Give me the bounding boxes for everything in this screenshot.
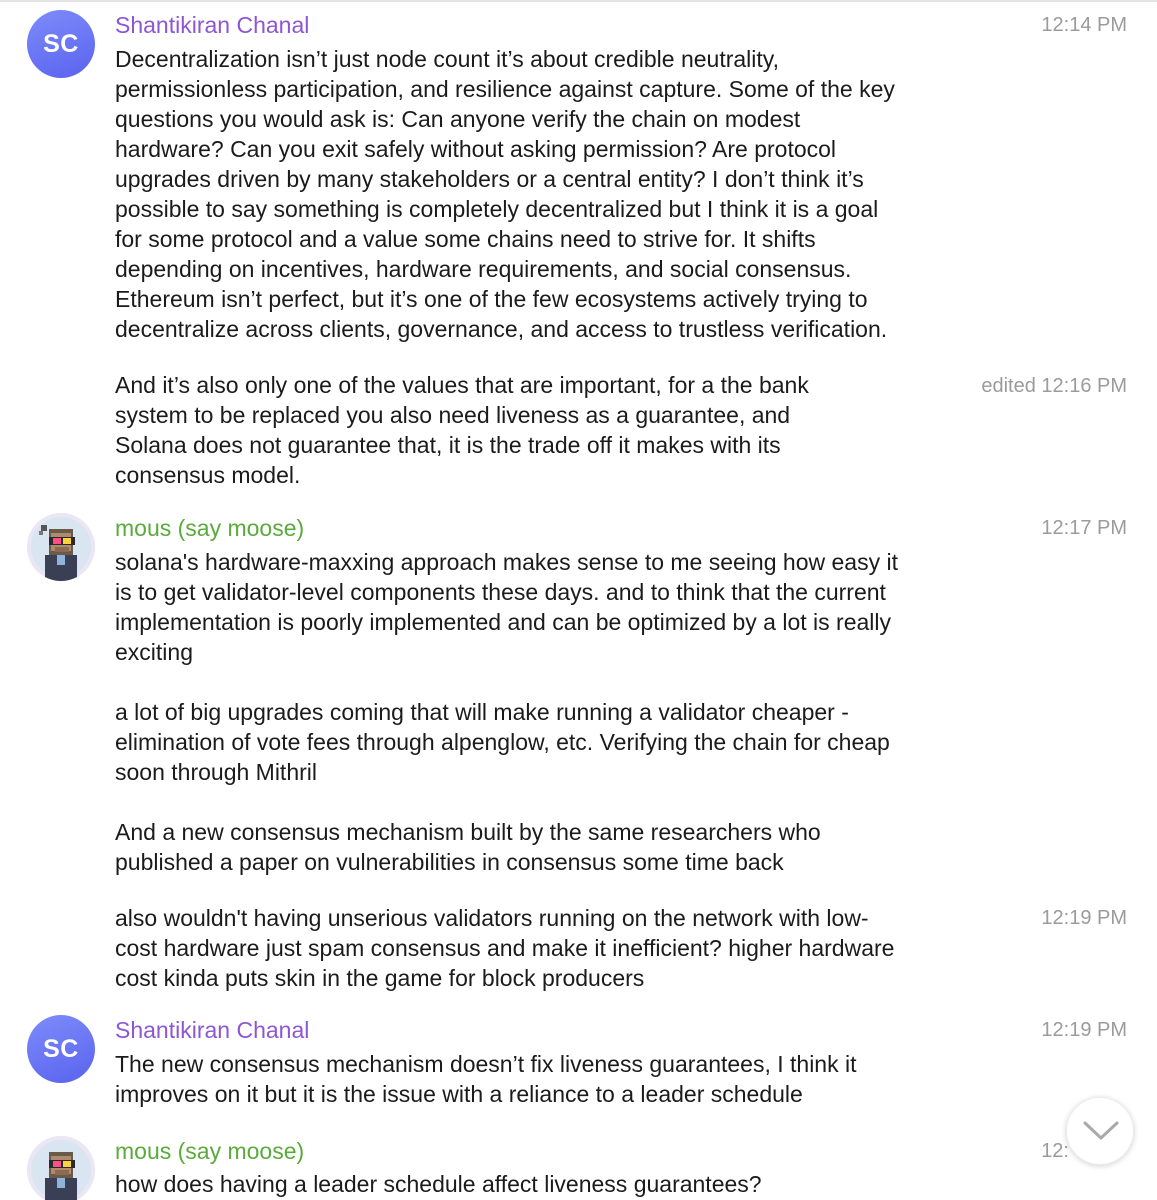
message-text: The new consensus mechanism doesn’t fix … (115, 1051, 857, 1107)
message-text: And it’s also only one of the values tha… (115, 372, 809, 488)
message-time: 12:14 PM (1041, 14, 1127, 36)
sender-name-shantikiran[interactable]: Shantikiran Chanal (115, 1015, 309, 1045)
avatar-sc[interactable]: SC (27, 10, 95, 78)
message-text: solana's hardware-maxxing approach makes… (115, 549, 898, 875)
scroll-to-bottom-button[interactable] (1066, 1097, 1134, 1165)
message-time: 12: (1041, 1140, 1069, 1162)
avatar-mous[interactable] (27, 1136, 95, 1200)
sender-name-shantikiran[interactable]: Shantikiran Chanal (115, 10, 309, 40)
top-divider (0, 0, 1157, 2)
sender-name-mous[interactable]: mous (say moose) (115, 513, 304, 543)
avatar-sc[interactable]: SC (27, 1015, 95, 1083)
sender-name-mous[interactable]: mous (say moose) (115, 1136, 304, 1166)
message-time: 12:17 PM (1041, 517, 1127, 539)
message-text: also wouldn't having unserious validator… (115, 905, 895, 991)
message-time: 12:19 PM (1041, 1019, 1127, 1041)
message-text: how does having a leader schedule affect… (115, 1171, 762, 1197)
avatar-mous[interactable] (27, 513, 95, 581)
pixel-ape-avatar-icon (27, 1136, 95, 1200)
pixel-ape-avatar-icon (27, 513, 95, 581)
message-text: Decentralization isn’t just node count i… (115, 46, 895, 342)
message-time: 12:19 PM (1041, 907, 1127, 929)
message-time-edited: edited 12:16 PM (981, 375, 1127, 397)
chevron-down-icon (1083, 1121, 1119, 1140)
